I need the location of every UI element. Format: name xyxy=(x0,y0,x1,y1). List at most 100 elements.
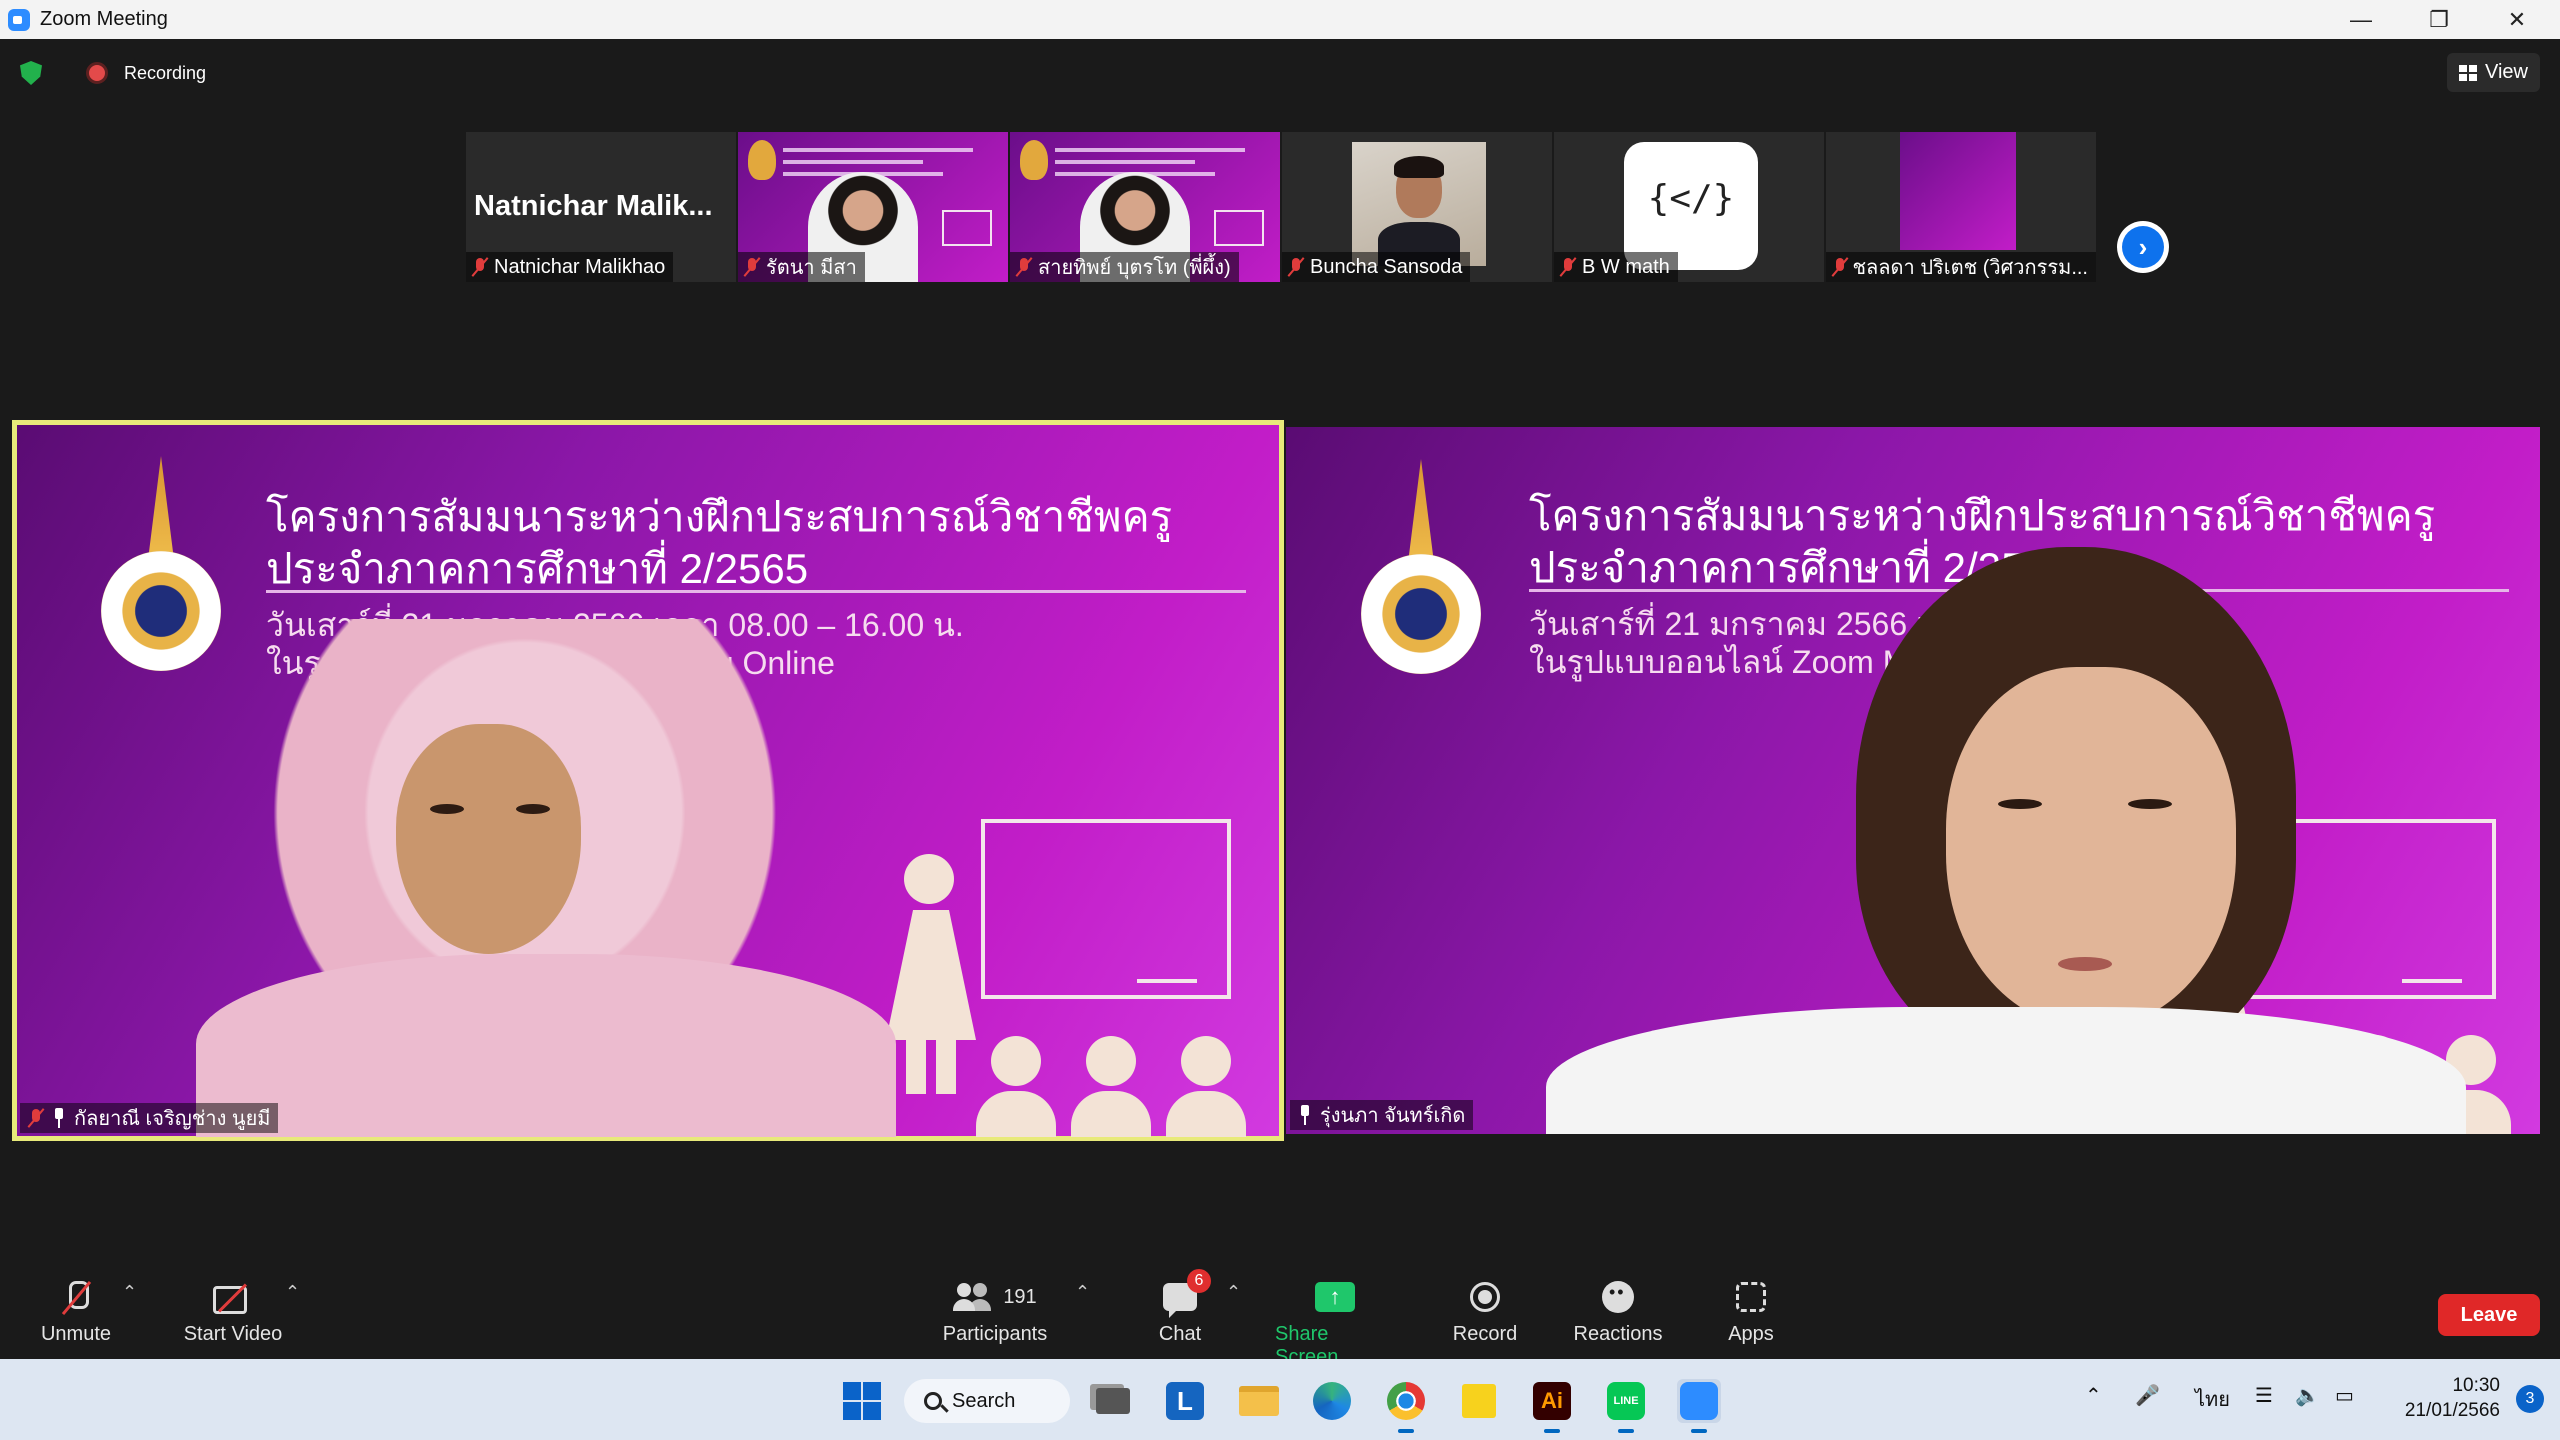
line-app-icon[interactable]: LINE xyxy=(1604,1379,1648,1433)
participant-thumbnail[interactable]: สายทิพย์ บุตรโท (พี่ผึ้ง) xyxy=(1010,132,1280,282)
edge-browser-icon[interactable] xyxy=(1310,1379,1354,1423)
main-video-right[interactable]: โครงการสัมมนาระหว่างฝึกประสบการณ์วิชาชีพ… xyxy=(1286,427,2540,1134)
start-video-button[interactable]: Start Video xyxy=(178,1275,288,1346)
participant-name: กัลยาณี เจริญช่าง นูยมี xyxy=(74,1108,271,1130)
eye xyxy=(1998,799,2042,809)
chat-unread-badge: 6 xyxy=(1187,1269,1211,1293)
muted-mic-icon xyxy=(1016,257,1032,277)
leave-button[interactable]: Leave xyxy=(2438,1294,2540,1336)
participant-body xyxy=(1546,1007,2466,1134)
participants-count: 191 xyxy=(1003,1285,1037,1308)
participant-name: B W math xyxy=(1582,255,1670,278)
pin-icon xyxy=(1298,1105,1312,1125)
eye xyxy=(430,804,464,814)
adobe-illustrator-icon[interactable]: Ai xyxy=(1530,1379,1574,1433)
next-page-button[interactable]: › xyxy=(2117,221,2169,273)
meeting-area: Recording View Natnichar Malik... Natnic… xyxy=(0,39,2560,1359)
audio-options-caret-icon[interactable]: ⌃ xyxy=(122,1282,137,1303)
participant-thumbnail[interactable]: Buncha Sansoda xyxy=(1282,132,1552,282)
participant-name: สายทิพย์ บุตรโท (พี่ผึ้ง) xyxy=(1038,257,1231,279)
search-icon xyxy=(924,1392,942,1410)
video-name-label: กัลยาณี เจริญช่าง นูยมี xyxy=(20,1103,279,1133)
notification-count-badge[interactable]: 3 xyxy=(2516,1385,2544,1413)
windows-taskbar: Search L Ai LINE ⌃ 🎤 ไทย ☰ 🔈 ▭ 10:30 21/… xyxy=(0,1359,2560,1440)
minimize-button[interactable]: — xyxy=(2322,0,2400,39)
share-screen-button[interactable]: ↑ Share Screen xyxy=(1275,1275,1395,1369)
participant-thumbnail[interactable]: {</} B W math xyxy=(1554,132,1824,282)
muted-mic-icon xyxy=(28,1108,44,1128)
participant-label: รัตนา มีสา xyxy=(738,252,865,282)
file-explorer-icon[interactable] xyxy=(1237,1379,1281,1423)
input-language[interactable]: ไทย xyxy=(2195,1383,2230,1415)
taskbar-search[interactable]: Search xyxy=(904,1379,1070,1423)
chat-button[interactable]: 6 Chat xyxy=(1150,1269,1211,1346)
participant-name: Buncha Sansoda xyxy=(1310,255,1463,278)
apps-button[interactable]: Apps xyxy=(1725,1275,1777,1346)
task-view-icon[interactable] xyxy=(1091,1379,1135,1423)
main-video-left[interactable]: โครงการสัมมนาระหว่างฝึกประสบการณ์วิชาชีพ… xyxy=(12,420,1284,1141)
view-label: View xyxy=(2485,61,2528,83)
university-emblem-icon xyxy=(1356,459,1486,679)
meeting-status: Recording xyxy=(20,61,206,85)
participants-icon xyxy=(953,1283,993,1311)
meeting-toolbar: Unmute ⌃ Start Video ⌃ 191 Participants … xyxy=(0,1250,2560,1368)
profile-picture-code-logo: {</} xyxy=(1624,142,1758,270)
participants-options-caret-icon[interactable]: ⌃ xyxy=(1075,1282,1090,1303)
record-icon xyxy=(1470,1282,1500,1312)
whiteboard-graphic xyxy=(981,819,1231,999)
student-graphic xyxy=(1166,1036,1246,1137)
eye xyxy=(516,804,550,814)
view-button[interactable]: View xyxy=(2447,53,2540,92)
recording-dot-icon xyxy=(86,62,108,84)
muted-mic-icon xyxy=(744,257,760,277)
participant-body xyxy=(196,954,896,1137)
whiteboard-graphic xyxy=(1214,210,1264,246)
participant-face xyxy=(396,724,581,954)
system-clock[interactable]: 10:30 21/01/2566 xyxy=(2405,1373,2500,1423)
unmute-button[interactable]: Unmute xyxy=(40,1275,112,1346)
record-label: Record xyxy=(1452,1323,1518,1345)
participant-thumbnail[interactable]: ชลลดา ปริเตช (วิศวกรรม... xyxy=(1826,132,2096,282)
mouth xyxy=(2058,957,2112,971)
windows-logo-icon xyxy=(843,1382,881,1420)
participant-label: Natnichar Malikhao xyxy=(466,252,674,282)
muted-mic-icon xyxy=(1288,257,1304,277)
microphone-in-use-icon[interactable]: 🎤 xyxy=(2135,1383,2160,1408)
apps-icon xyxy=(1736,1282,1766,1312)
muted-mic-icon xyxy=(1560,257,1576,277)
volume-icon[interactable]: 🔈 xyxy=(2295,1383,2320,1408)
muted-mic-icon xyxy=(1832,257,1846,277)
video-name-label: รุ่งนภา จันทร์เกิด xyxy=(1290,1100,1474,1130)
start-video-label: Start Video xyxy=(183,1323,283,1345)
battery-icon[interactable]: ▭ xyxy=(2335,1383,2354,1408)
participants-button[interactable]: 191 Participants xyxy=(940,1275,1050,1346)
participant-name: ชลลดา ปริเตช (วิศวกรรม... xyxy=(1852,257,2088,279)
shared-slide-preview xyxy=(1900,132,2016,250)
show-hidden-icons-icon[interactable]: ⌃ xyxy=(2085,1383,2102,1408)
chat-options-caret-icon[interactable]: ⌃ xyxy=(1226,1282,1241,1303)
close-button[interactable]: ✕ xyxy=(2478,0,2556,39)
lark-app-icon[interactable]: L xyxy=(1163,1379,1207,1423)
participant-label: B W math xyxy=(1554,252,1678,282)
wifi-icon[interactable]: ☰ xyxy=(2255,1383,2273,1408)
sticky-notes-icon[interactable] xyxy=(1457,1379,1501,1423)
search-label: Search xyxy=(952,1389,1016,1412)
reactions-label: Reactions xyxy=(1573,1323,1663,1345)
participant-thumbnail[interactable]: Natnichar Malik... Natnichar Malikhao xyxy=(466,132,736,282)
start-button[interactable] xyxy=(840,1379,884,1423)
reactions-button[interactable]: Reactions xyxy=(1572,1275,1664,1346)
participant-thumbnail[interactable]: รัตนา มีสา xyxy=(738,132,1008,282)
zoom-taskbar-icon[interactable] xyxy=(1677,1379,1721,1433)
participant-thumbnail-strip: Natnichar Malik... Natnichar Malikhao รั… xyxy=(466,132,2096,282)
whiteboard-graphic xyxy=(942,210,992,246)
video-options-caret-icon[interactable]: ⌃ xyxy=(285,1282,300,1303)
participant-label: สายทิพย์ บุตรโท (พี่ผึ้ง) xyxy=(1010,252,1239,282)
student-graphic xyxy=(976,1036,1056,1137)
pin-icon xyxy=(52,1108,66,1128)
chevron-right-icon: › xyxy=(2122,226,2164,268)
chrome-browser-icon[interactable] xyxy=(1384,1379,1428,1433)
restore-button[interactable]: ❐ xyxy=(2400,0,2478,39)
apps-label: Apps xyxy=(1728,1323,1774,1345)
record-button[interactable]: Record xyxy=(1450,1275,1520,1346)
encryption-shield-icon[interactable] xyxy=(20,61,42,85)
